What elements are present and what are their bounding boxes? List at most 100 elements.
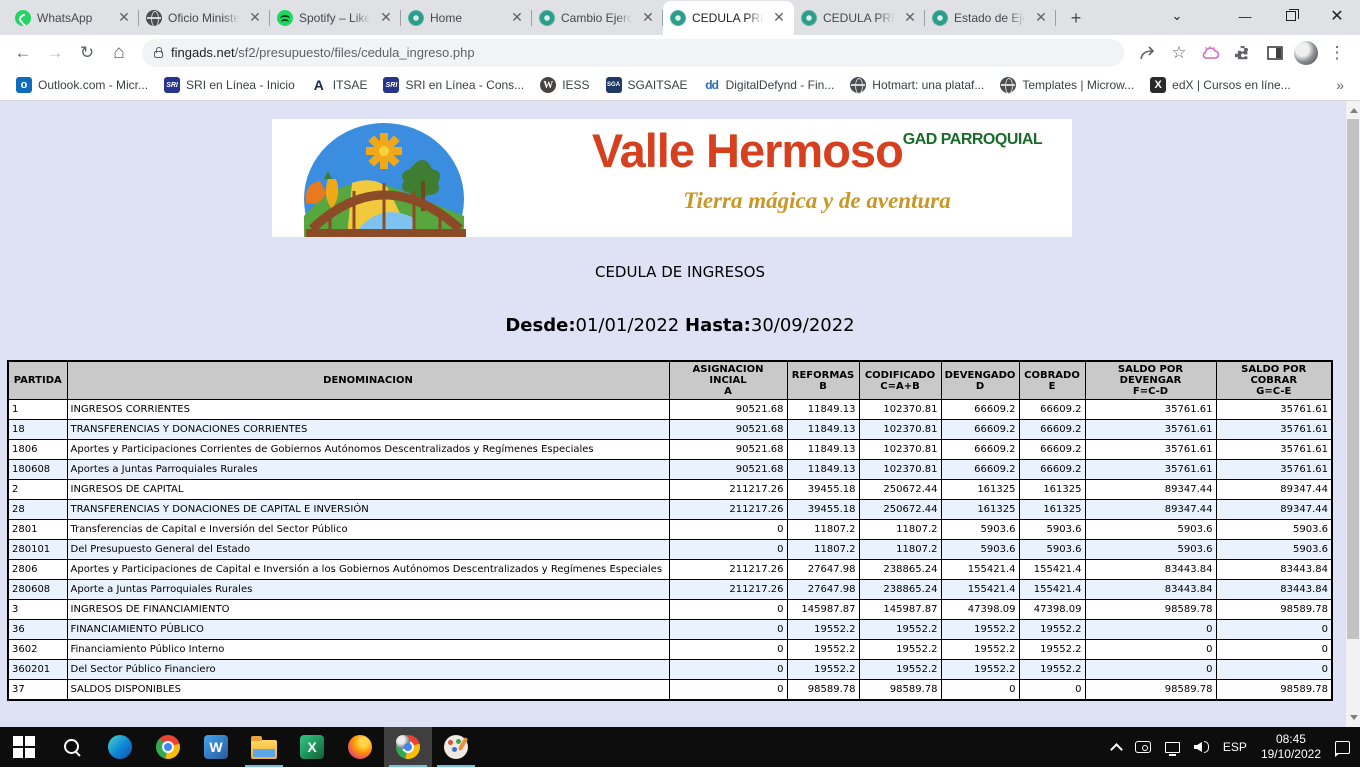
bookmark-item[interactable]: Hotmart: una plataf... — [844, 74, 990, 96]
cell-denominacion: TRANSFERENCIAS Y DONACIONES DE CAPITAL E… — [67, 500, 669, 520]
reload-button[interactable]: ↻ — [74, 40, 100, 66]
cell-denominacion: Del Presupuesto General del Estado — [67, 540, 669, 560]
forward-button[interactable]: → — [42, 40, 68, 66]
bookmark-star-icon[interactable]: ☆ — [1166, 40, 1192, 66]
page-content: Valle Hermoso GAD PARROQUIAL Tierra mági… — [0, 101, 1360, 727]
cell-value: 66609.2 — [1019, 440, 1085, 460]
table-row: 3602Financiamiento Público Interno019552… — [8, 640, 1332, 660]
firefox-icon — [348, 735, 372, 759]
lock-icon[interactable] — [154, 51, 163, 58]
tab-close-icon[interactable]: ✕ — [247, 10, 263, 26]
address-bar[interactable]: fingads.net/sf2/presupuesto/files/cedula… — [142, 39, 1124, 67]
bookmark-item[interactable]: AITSAE — [305, 74, 374, 96]
bookmark-item[interactable]: Templates | Microw... — [994, 74, 1140, 96]
paint-app[interactable] — [432, 727, 480, 767]
side-panel-icon[interactable] — [1262, 40, 1288, 66]
cell-denominacion: INGRESOS CORRIENTES — [67, 400, 669, 420]
cell-value: 0 — [669, 660, 787, 680]
browser-tab[interactable]: Home✕ — [401, 1, 532, 35]
tab-close-icon[interactable]: ✕ — [902, 10, 918, 26]
cell-value: 83443.84 — [1085, 560, 1216, 580]
cell-value: 35761.61 — [1085, 460, 1216, 480]
scrollbar-down-arrow[interactable] — [1346, 710, 1360, 725]
bookmark-item[interactable]: SRISRI en Línea - Cons... — [377, 74, 530, 96]
cell-value: 66609.2 — [1019, 420, 1085, 440]
cell-value: 83443.84 — [1216, 580, 1332, 600]
browser-tab[interactable]: Cambio Ejerc✕ — [532, 1, 663, 35]
browser-tab[interactable]: CEDULA PRES✕ — [794, 1, 925, 35]
menu-dots-icon[interactable]: ⋮ — [1324, 40, 1350, 66]
url-text[interactable]: fingads.net/sf2/presupuesto/files/cedula… — [171, 45, 475, 60]
bookmark-item[interactable]: SGASGAITSAE — [600, 74, 694, 96]
network-icon[interactable] — [1165, 742, 1180, 753]
bookmark-item[interactable]: oOutlook.com - Micr... — [10, 74, 154, 96]
scrollbar-thumb[interactable] — [1347, 119, 1359, 639]
chrome-app[interactable] — [144, 727, 192, 767]
globe-bookmark-icon — [1000, 77, 1016, 93]
file-explorer-app[interactable] — [240, 727, 288, 767]
meet-now-icon[interactable] — [1135, 741, 1151, 753]
cell-value: 89347.44 — [1216, 480, 1332, 500]
search-button[interactable] — [48, 727, 96, 767]
cell-value: 27647.98 — [787, 580, 859, 600]
browser-tab[interactable]: Oficio Ministe✕ — [139, 1, 270, 35]
browser-tab[interactable]: WhatsApp✕ — [8, 1, 139, 35]
tray-hidden-icons-chevron[interactable] — [1110, 743, 1123, 756]
cell-value: 0 — [1216, 620, 1332, 640]
language-indicator[interactable]: ESP — [1223, 740, 1247, 754]
action-center-icon[interactable] — [1335, 741, 1350, 754]
brand-title: Valle Hermoso — [592, 127, 903, 174]
scrollbar-up-arrow[interactable] — [1346, 103, 1360, 118]
tab-close-icon[interactable]: ✕ — [509, 10, 525, 26]
excel-app[interactable]: X — [288, 727, 336, 767]
tab-close-icon[interactable]: ✕ — [378, 10, 394, 26]
cell-value: 250672.44 — [859, 480, 941, 500]
close-window-button[interactable]: ✕ — [1314, 0, 1360, 32]
new-tab-button[interactable]: + — [1062, 4, 1090, 32]
tab-close-icon[interactable]: ✕ — [116, 10, 132, 26]
browser-tab[interactable]: Estado de Eje✕ — [925, 1, 1056, 35]
edge-app[interactable] — [96, 727, 144, 767]
clock[interactable]: 08:45 19/10/2022 — [1261, 732, 1321, 762]
start-button[interactable] — [0, 727, 48, 767]
word-app[interactable]: W — [192, 727, 240, 767]
cell-value: 5903.6 — [1085, 520, 1216, 540]
browser-tab[interactable]: CEDULA PRES✕ — [663, 1, 794, 35]
cell-value: 5903.6 — [1216, 520, 1332, 540]
volume-icon[interactable] — [1194, 741, 1209, 753]
tab-search-chevron-icon[interactable]: ⌄ — [1160, 0, 1194, 32]
maximize-button[interactable] — [1268, 0, 1314, 32]
bookmark-label: IESS — [562, 78, 589, 92]
valle-hermoso-logo — [292, 121, 477, 237]
cell-value: 161325 — [1019, 480, 1085, 500]
minimize-button[interactable]: — — [1222, 0, 1268, 32]
extensions-puzzle-icon[interactable] — [1230, 40, 1256, 66]
profile-avatar[interactable] — [1294, 41, 1318, 65]
browser-tab[interactable]: Spotify – Like✕ — [270, 1, 401, 35]
bookmark-item[interactable]: ddDigitalDefynd - Fin... — [698, 74, 841, 96]
report-period: Desde:01/01/2022 Hasta:30/09/2022 — [0, 315, 1360, 336]
bookmarks-overflow-chevron[interactable]: » — [1330, 77, 1350, 93]
tab-close-icon[interactable]: ✕ — [640, 10, 656, 26]
cell-value: 89347.44 — [1085, 480, 1216, 500]
tab-close-icon[interactable]: ✕ — [771, 10, 787, 26]
bookmark-label: Templates | Microw... — [1022, 78, 1134, 92]
share-icon[interactable] — [1134, 40, 1160, 66]
cell-value: 35761.61 — [1085, 400, 1216, 420]
cell-denominacion: Financiamiento Público Interno — [67, 640, 669, 660]
page-scrollbar[interactable] — [1345, 101, 1360, 727]
tab-close-icon[interactable]: ✕ — [1033, 10, 1049, 26]
home-button[interactable]: ⌂ — [106, 40, 132, 66]
bookmark-item[interactable]: SRISRI en Línea - Inicio — [158, 74, 301, 96]
brand-subtitle: GAD PARROQUIAL — [903, 131, 1042, 149]
back-button[interactable]: ← — [10, 40, 36, 66]
cell-value: 98589.78 — [859, 680, 941, 700]
bookmark-item[interactable]: WIESS — [534, 74, 595, 96]
chrome-profile-app[interactable] — [384, 727, 432, 767]
bookmark-item[interactable]: XedX | Cursos en líne... — [1144, 74, 1297, 96]
bookmarks-bar: oOutlook.com - Micr...SRISRI en Línea - … — [0, 70, 1360, 101]
extension-cloud-icon[interactable] — [1198, 40, 1224, 66]
cell-value: 19552.2 — [941, 620, 1019, 640]
column-header: CODIFICADO C=A+B — [859, 361, 941, 400]
firefox-app[interactable] — [336, 727, 384, 767]
